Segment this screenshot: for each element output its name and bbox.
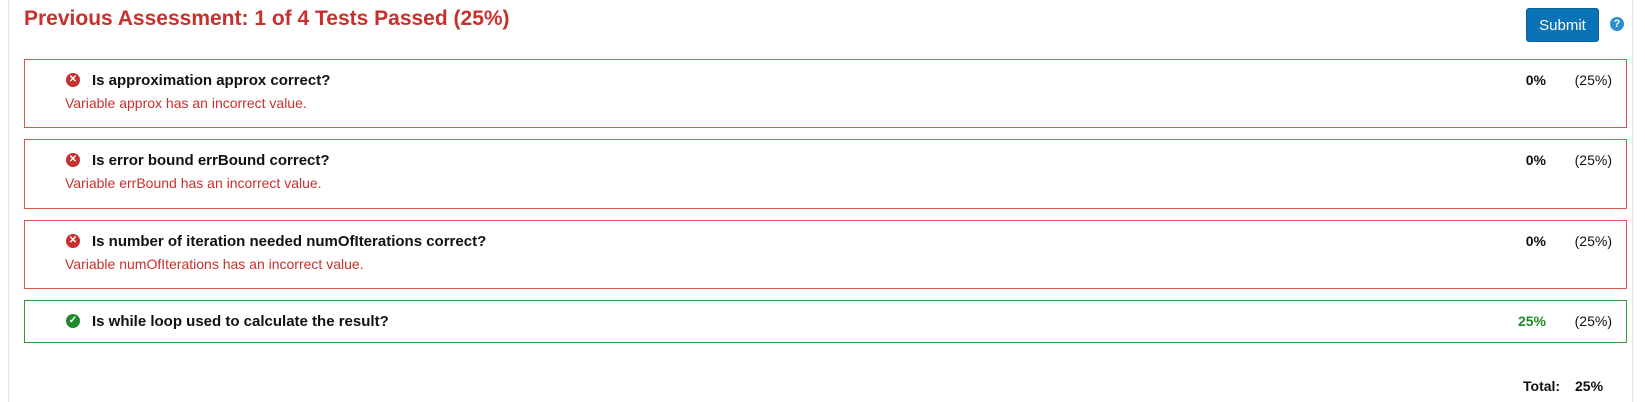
test-error-message: Variable approx has an incorrect value. [65,95,307,111]
test-result-approx: ✕ Is approximation approx correct? Varia… [24,59,1627,128]
fail-icon: ✕ [66,234,80,248]
submit-button[interactable]: Submit [1526,8,1599,42]
test-weight: (25%) [1574,152,1612,168]
fail-icon: ✕ [66,153,80,167]
test-score: 0% [1525,233,1546,249]
assessment-title: Previous Assessment: 1 of 4 Tests Passed… [24,7,510,30]
test-result-while-loop: ✓ Is while loop used to calculate the re… [24,300,1627,343]
test-question: Is while loop used to calculate the resu… [92,313,389,330]
total-label: Total: [1523,378,1561,394]
test-question: Is number of iteration needed numOfItera… [92,233,487,250]
test-result-errbound: ✕ Is error bound errBound correct? Varia… [24,139,1627,209]
test-score: 0% [1525,152,1546,168]
help-icon[interactable]: ? [1610,17,1624,31]
test-result-numofiterations: ✕ Is number of iteration needed numOfIte… [24,220,1627,289]
test-weight: (25%) [1574,313,1612,329]
pass-icon: ✓ [66,314,80,328]
test-question: Is approximation approx correct? [92,72,331,89]
test-score: 0% [1525,72,1546,88]
fail-icon: ✕ [66,73,80,87]
test-weight: (25%) [1574,72,1612,88]
test-score: 25% [1517,313,1546,329]
test-question: Is error bound errBound correct? [92,152,330,169]
test-error-message: Variable numOfIterations has an incorrec… [65,256,364,272]
test-weight: (25%) [1574,233,1612,249]
total-value: 25% [1575,378,1604,394]
test-error-message: Variable errBound has an incorrect value… [65,175,322,191]
